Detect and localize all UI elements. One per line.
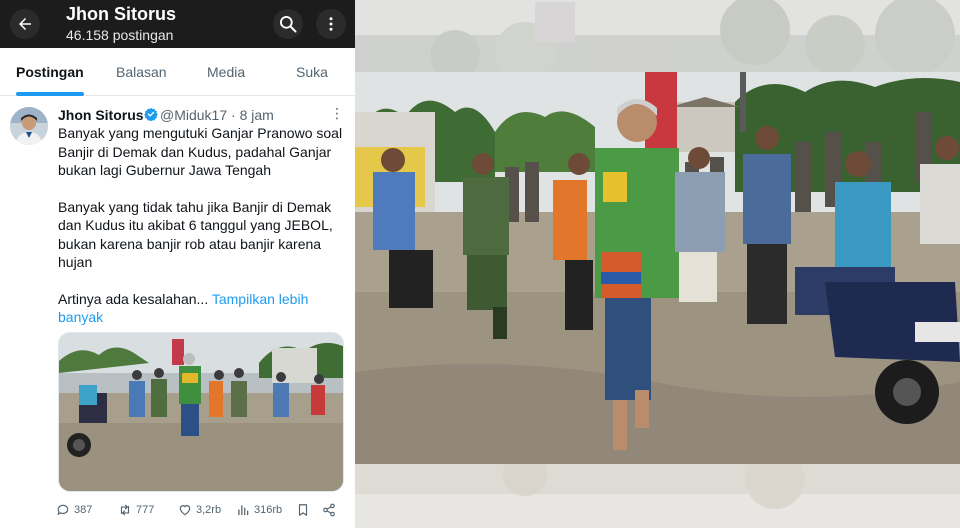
views-count: 316rb xyxy=(254,504,283,516)
tab-postingan[interactable]: Postingan xyxy=(16,64,84,80)
tab-suka[interactable]: Suka xyxy=(296,64,328,80)
tweet-more-icon[interactable]: ⋮ xyxy=(330,105,344,122)
share-icon xyxy=(323,503,335,517)
more-options-button[interactable] xyxy=(316,9,346,39)
tweet-paragraph-3: Artinya ada kesalahan... Tampilkan lebih… xyxy=(58,290,350,327)
tweet[interactable]: Jhon Sitorus @Miduk17 · 8 jam ⋮ Banyak y… xyxy=(0,97,355,528)
tweet-text: Banyak yang mengutuki Ganjar Pranowo soa… xyxy=(58,124,350,327)
profile-tabs: Postingan Balasan Media Suka xyxy=(0,48,355,96)
avatar[interactable] xyxy=(10,107,48,145)
profile-name: Jhon Sitorus xyxy=(66,4,177,24)
flood-photo xyxy=(355,72,960,464)
share-button[interactable] xyxy=(322,503,336,517)
tweet-actions: 387 777 3,2rb 316rb xyxy=(56,500,348,522)
tweet-media-image[interactable] xyxy=(58,332,344,492)
tweet-paragraph-3-text: Artinya ada kesalahan... xyxy=(58,290,209,307)
twitter-profile-screen: Jhon Sitorus 46.158 postingan Postingan … xyxy=(0,0,355,528)
bookmark-button[interactable] xyxy=(296,503,310,517)
tab-media[interactable]: Media xyxy=(207,64,245,80)
profile-header: Jhon Sitorus 46.158 postingan xyxy=(0,0,355,48)
search-button[interactable] xyxy=(273,9,303,39)
tweet-paragraph-2: Banyak yang tidak tahu jika Banjir di De… xyxy=(58,198,333,271)
tab-balasan[interactable]: Balasan xyxy=(116,64,167,80)
tweet-author-name[interactable]: Jhon Sitorus xyxy=(58,107,144,123)
blurred-photo-top xyxy=(355,0,960,72)
reply-count: 387 xyxy=(74,504,93,516)
reply-icon xyxy=(57,504,69,516)
bookmark-icon xyxy=(298,504,308,516)
repost-count: 777 xyxy=(136,504,155,516)
more-vertical-icon xyxy=(329,17,333,31)
post-count: 46.158 postingan xyxy=(66,27,174,43)
flood-photo-panel xyxy=(355,0,960,528)
search-icon xyxy=(280,16,297,33)
verified-badge-icon xyxy=(144,107,158,121)
tweet-paragraph-1: Banyak yang mengutuki Ganjar Pranowo soa… xyxy=(58,125,343,178)
like-count: 3,2rb xyxy=(196,504,222,516)
tweet-handle-time: @Miduk17 · 8 jam xyxy=(160,107,274,123)
like-button[interactable]: 3,2rb xyxy=(178,503,221,517)
views-button[interactable]: 316rb xyxy=(236,503,282,517)
views-icon xyxy=(238,505,249,516)
reply-button[interactable]: 387 xyxy=(56,503,92,517)
repost-button[interactable]: 777 xyxy=(118,503,154,517)
repost-icon xyxy=(120,504,130,516)
blurred-photo-bottom xyxy=(355,464,960,528)
like-icon xyxy=(179,505,191,516)
back-arrow-icon xyxy=(19,18,31,30)
active-tab-indicator xyxy=(16,92,84,96)
back-button[interactable] xyxy=(10,9,40,39)
